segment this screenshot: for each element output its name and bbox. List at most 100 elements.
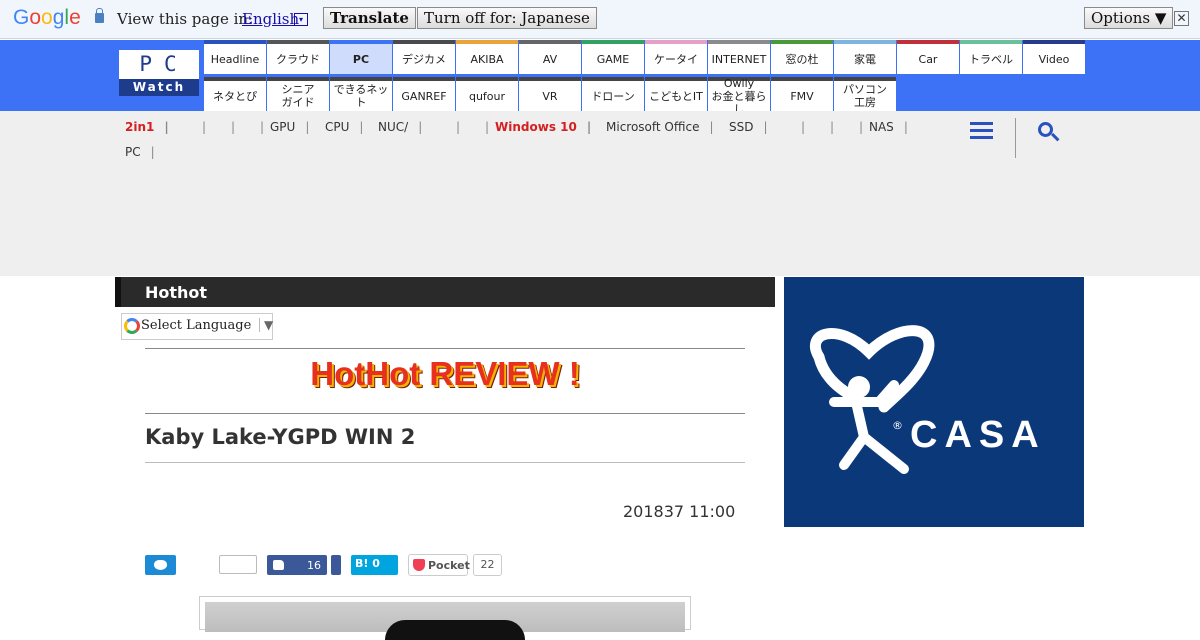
translate-bar: Google View this page in: English ▾ Tran… <box>0 0 1200 39</box>
nav-item[interactable]: GANREF <box>393 77 455 111</box>
topic-tag-label: PC <box>125 145 141 159</box>
nav-item[interactable]: qufour <box>456 77 518 111</box>
topic-tag-label: Windows 10 <box>495 120 577 134</box>
chevron-down-icon: ▼ <box>259 318 273 332</box>
view-page-label: View this page in: <box>117 10 254 28</box>
topic-tag[interactable]: | <box>221 120 235 134</box>
article-photo[interactable] <box>199 596 691 640</box>
nav-item[interactable]: ケータイ <box>645 40 707 74</box>
nav-item[interactable]: Headline <box>204 40 266 74</box>
nav-item[interactable]: ドローン <box>582 77 644 111</box>
site-header: PC Watch Headline クラウド PC デジカメ AKIBA AV GAME ケー… <box>0 40 1200 116</box>
topic-tag[interactable]: SSD | <box>729 120 768 134</box>
tag-separator: | <box>260 120 265 134</box>
nav-item[interactable]: 家電 <box>834 40 896 74</box>
topic-bar: 2in1 | | | | GPU | CPU | NUC/| | | Windows 10 | Micros… <box>0 111 1200 276</box>
nav-item[interactable]: クラウド <box>267 40 329 74</box>
logo-pc-text: PC <box>139 52 189 76</box>
share-count-box <box>219 555 257 574</box>
pc-watch-logo[interactable]: PC Watch <box>119 50 199 96</box>
topic-tag[interactable]: | <box>820 120 834 134</box>
topic-tag[interactable]: PC | <box>125 145 155 159</box>
menu-icon[interactable] <box>970 122 993 140</box>
topic-tag[interactable]: | <box>446 120 460 134</box>
topic-tag[interactable]: NAS | <box>869 120 908 134</box>
google-logo: Google <box>13 6 81 29</box>
section-header: Hothot <box>115 277 775 307</box>
topic-tag[interactable]: | <box>791 120 805 134</box>
hatena-bookmark-button[interactable]: B! 0 <box>351 555 398 575</box>
thumbs-up-icon <box>273 560 284 570</box>
nav-item[interactable]: Car <box>897 40 959 74</box>
divider <box>145 348 745 349</box>
like-count: 16 <box>307 559 321 572</box>
topic-tag[interactable]: | <box>250 120 264 134</box>
select-language-dropdown[interactable]: Select Language ▼ <box>121 313 273 340</box>
nav-item[interactable]: FMV <box>771 77 833 111</box>
topic-tag[interactable]: 2in1 | <box>125 120 169 134</box>
nav-item[interactable]: パソコン 工房 <box>834 77 896 111</box>
tag-separator: | <box>456 120 461 134</box>
tag-separator: | <box>586 120 592 134</box>
nav-item[interactable]: PC <box>330 40 392 74</box>
topic-tag-label: GPU <box>270 120 296 134</box>
twitter-share-button[interactable] <box>145 555 176 575</box>
topic-tag[interactable]: Microsoft Office | <box>606 120 714 134</box>
topic-tag[interactable]: | <box>192 120 206 134</box>
pocket-button[interactable]: Pocket <box>408 554 470 576</box>
close-icon[interactable]: ✕ <box>1174 11 1189 26</box>
divider <box>1015 118 1016 158</box>
tag-separator: | <box>150 145 155 159</box>
topic-tag[interactable]: | <box>849 120 863 134</box>
topic-tag[interactable]: NUC/ | <box>378 120 422 134</box>
tag-separator: | <box>763 120 768 134</box>
pocket-label: Pocket <box>428 559 470 572</box>
topic-tag-label: SSD <box>729 120 754 134</box>
lock-icon <box>95 8 104 23</box>
topic-tag-label: NAS <box>869 120 894 134</box>
nav-item[interactable]: シニア ガイド <box>267 77 329 111</box>
nav-item[interactable]: こどもとIT <box>645 77 707 111</box>
nav-item[interactable]: VR <box>519 77 581 111</box>
facebook-like-button[interactable]: 16 <box>267 555 327 575</box>
tag-separator: | <box>359 120 364 134</box>
language-link[interactable]: English <box>242 10 299 28</box>
nav-item[interactable]: Video <box>1023 40 1085 74</box>
casa-logo-mark <box>809 325 935 474</box>
pocket-icon <box>413 559 425 571</box>
topic-tag[interactable]: | <box>475 120 489 134</box>
nav-item[interactable]: 窓の杜 <box>771 40 833 74</box>
nav-item[interactable]: デジカメ <box>393 40 455 74</box>
registered-mark: ® <box>892 419 903 432</box>
language-dropdown-icon[interactable]: ▾ <box>294 13 308 26</box>
nav-item[interactable]: AV <box>519 40 581 74</box>
nav-item[interactable]: Owlly お金と暮らし <box>708 77 770 116</box>
translate-button[interactable]: Translate <box>323 7 416 29</box>
article-column: Hothot Select Language ▼ HotHot REVIEW !… <box>115 277 775 640</box>
tag-separator: | <box>709 120 714 134</box>
article-date: 201837 11:00 <box>623 502 736 521</box>
nav-item[interactable]: トラベル <box>960 40 1022 74</box>
nav-item[interactable]: AKIBA <box>456 40 518 74</box>
options-button[interactable]: Options ▼ <box>1084 7 1174 29</box>
search-icon[interactable] <box>1038 122 1060 144</box>
tag-separator: | <box>903 120 908 134</box>
tag-separator: | <box>305 120 310 134</box>
topic-tag[interactable]: Windows 10 | <box>495 120 591 134</box>
facebook-share-button[interactable] <box>331 555 341 575</box>
google-g-icon <box>124 318 140 334</box>
tag-separator: | <box>418 120 423 134</box>
tag-separator: | <box>859 120 864 134</box>
nav-item[interactable]: できるネット <box>330 77 392 111</box>
divider <box>145 413 745 414</box>
nav-item[interactable]: ネタとぴ <box>204 77 266 111</box>
topic-tag[interactable]: CPU | <box>325 120 363 134</box>
topic-tag[interactable]: GPU | <box>270 120 309 134</box>
nav-item[interactable]: INTERNET <box>708 40 770 74</box>
nav-item[interactable]: GAME <box>582 40 644 74</box>
advertisement-casa[interactable]: ® CASA <box>784 277 1084 527</box>
hatena-count: B! 0 <box>355 557 380 570</box>
tag-separator: | <box>202 120 207 134</box>
tag-separator: | <box>231 120 236 134</box>
turn-off-button[interactable]: Turn off for: Japanese <box>417 7 597 29</box>
